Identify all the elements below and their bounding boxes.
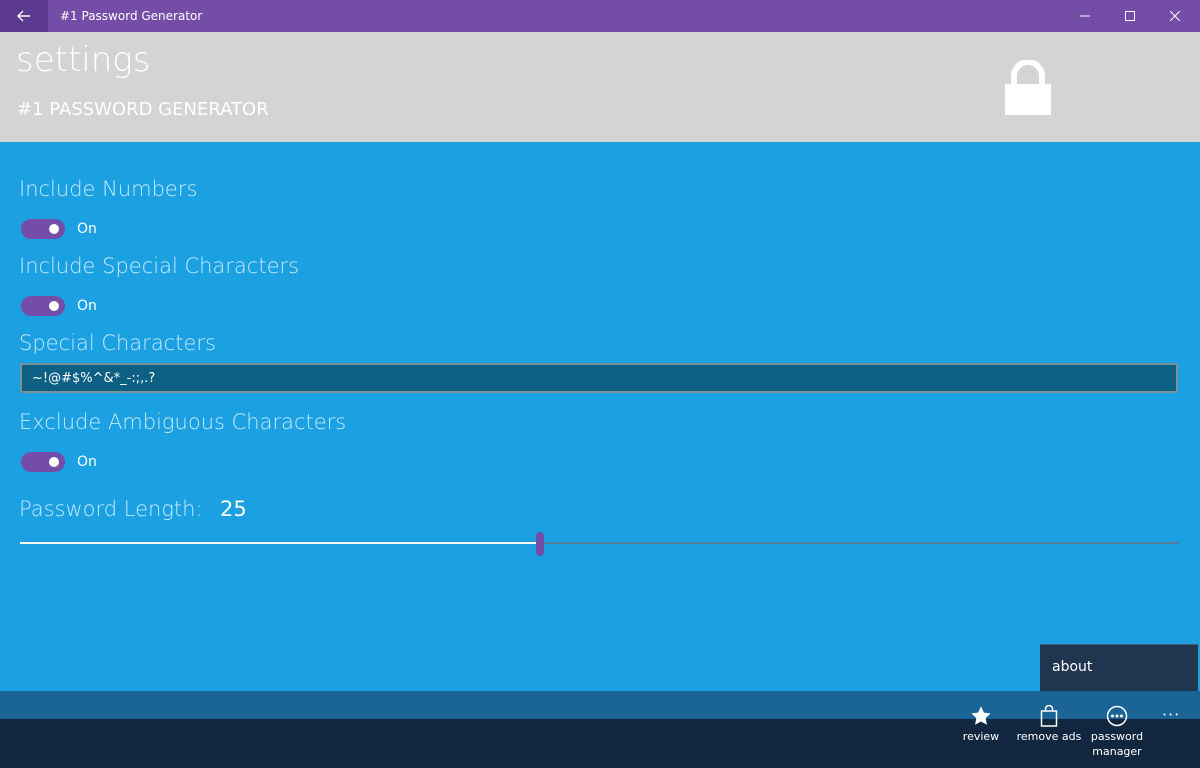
slider-track-empty — [544, 542, 1179, 544]
star-icon — [971, 706, 991, 725]
password-length-label: Password Length: — [19, 497, 203, 521]
page-subtitle: #1 PASSWORD GENERATOR — [17, 99, 269, 120]
close-icon — [1170, 11, 1180, 21]
include-numbers-state: On — [77, 221, 97, 237]
exclude-ambiguous-state: On — [77, 454, 97, 470]
toggle-knob — [49, 301, 59, 311]
close-button[interactable] — [1152, 0, 1198, 32]
maximize-icon — [1125, 11, 1135, 21]
exclude-ambiguous-label: Exclude Ambiguous Characters — [19, 410, 347, 434]
settings-panel: Include Numbers On Include Special Chara… — [0, 142, 1200, 691]
title-bar: #1 Password Generator — [0, 0, 1200, 32]
slider-thumb[interactable] — [536, 532, 544, 556]
lock-icon — [1005, 60, 1051, 115]
page-header: settings #1 PASSWORD GENERATOR — [0, 32, 1200, 142]
slider-track-filled — [20, 542, 536, 544]
shopping-bag-icon — [1040, 705, 1058, 727]
password-manager-label-line2: manager — [1092, 745, 1142, 758]
maximize-button[interactable] — [1107, 0, 1153, 32]
review-button[interactable]: review — [946, 703, 1016, 744]
remove-ads-button[interactable]: remove ads — [1014, 703, 1084, 744]
back-arrow-icon — [17, 10, 30, 22]
menu-item-about[interactable]: about — [1052, 659, 1092, 675]
include-special-state: On — [77, 298, 97, 314]
more-circle-icon — [1106, 705, 1128, 727]
back-button[interactable] — [0, 0, 48, 32]
include-numbers-toggle[interactable] — [21, 219, 65, 239]
password-length-value: 25 — [220, 497, 247, 521]
password-manager-button[interactable]: password manager — [1082, 703, 1152, 759]
toggle-knob — [49, 224, 59, 234]
review-label: review — [962, 730, 1000, 743]
toggle-knob — [49, 457, 59, 467]
special-characters-input[interactable] — [20, 363, 1178, 393]
include-special-label: Include Special Characters — [19, 254, 300, 278]
include-special-toggle[interactable] — [21, 296, 65, 316]
minimize-button[interactable] — [1062, 0, 1108, 32]
include-numbers-label: Include Numbers — [19, 177, 198, 201]
page-title: settings — [16, 40, 151, 80]
exclude-ambiguous-toggle[interactable] — [21, 452, 65, 472]
minimize-icon — [1080, 15, 1090, 17]
more-options-button[interactable]: ··· — [1162, 705, 1180, 724]
special-characters-label: Special Characters — [19, 331, 216, 355]
overflow-menu: about — [1040, 644, 1198, 691]
password-manager-label-line1: password — [1090, 730, 1144, 743]
password-length-slider[interactable] — [20, 532, 1179, 556]
command-bar: review remove ads password manager ··· — [0, 705, 1200, 768]
app-title: #1 Password Generator — [60, 9, 203, 23]
remove-ads-label: remove ads — [1016, 730, 1082, 743]
